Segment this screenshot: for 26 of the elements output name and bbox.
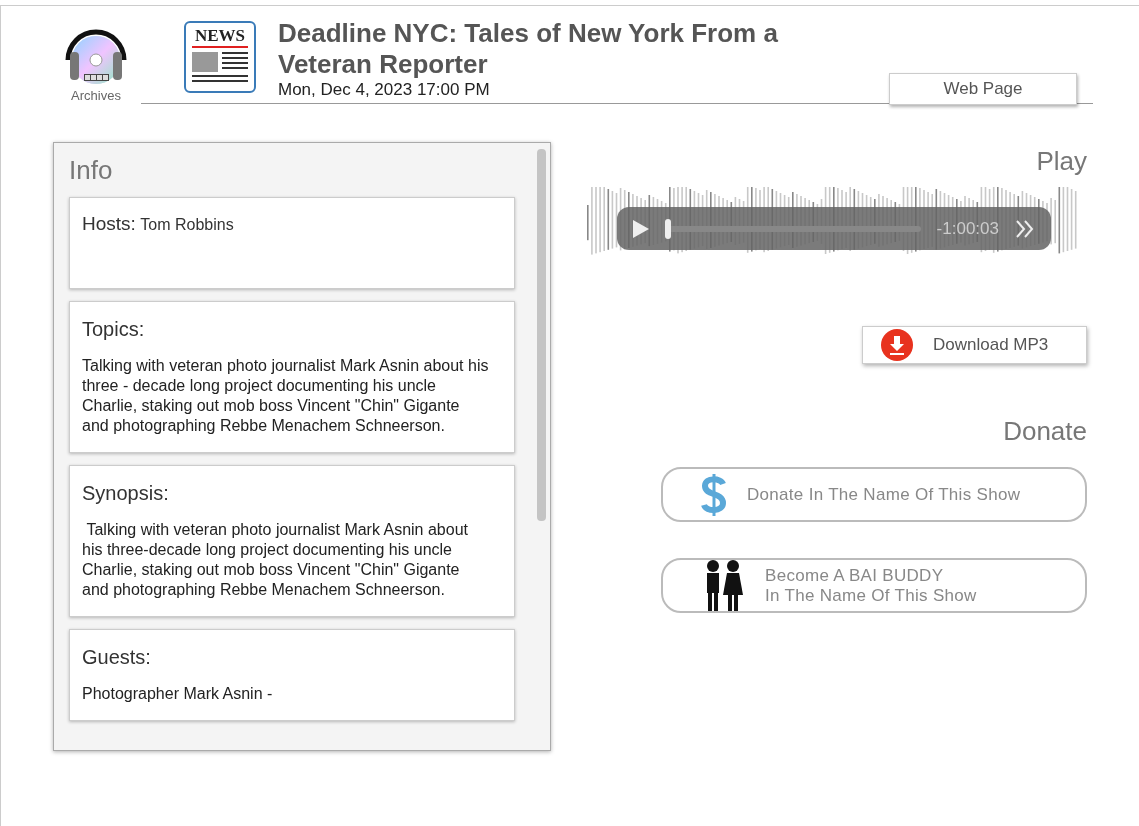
play-icon[interactable] — [633, 219, 649, 238]
card-text: Talking with veteran photo journalist Mark Asnin about his three - decade long project documenting his uncle Charlie, staking out mob boss Vincent "Chin" Gigante and photographing Rebbe Menachem Schneerson. — [82, 356, 490, 436]
card-heading: Guests: — [82, 645, 152, 670]
hosts-text: Hosts: Tom Robbins — [82, 212, 235, 236]
card-heading: Synopsis: — [82, 481, 170, 506]
dollar-icon — [701, 471, 727, 518]
show-date: Mon, Dec 4, 2023 17:00 PM — [278, 80, 491, 100]
fast-forward-icon[interactable] — [1015, 219, 1035, 238]
download-mp3-button[interactable]: Download MP3 — [862, 326, 1087, 364]
card-text: Talking with veteran photo journalist Mark Asnin about his three-decade long project documenting his uncle Charlie, staking out mob boss Vincent "Chin" Gigante and photographing Rebbe Menachem Schneerson. — [82, 520, 469, 600]
newspaper-icon: NEWS — [184, 21, 256, 93]
card-heading: Topics: — [82, 317, 146, 342]
show-title: Deadline NYC: Tales of New York From a Veteran Reporter — [278, 18, 779, 80]
download-icon — [881, 329, 913, 361]
seek-slider-track[interactable] — [665, 218, 921, 239]
seek-slider-thumb[interactable] — [665, 218, 671, 239]
play-heading: Play — [1036, 145, 1087, 178]
time-remaining: -1:00:03 — [936, 217, 999, 240]
scrollbar-thumb[interactable] — [537, 149, 546, 521]
donate-heading: Donate — [1003, 415, 1087, 448]
logo-caption: Archives — [71, 89, 121, 102]
donate-button[interactable]: Become A BAI BUDDY In The Name Of This Show — [661, 558, 1087, 613]
web-page-button[interactable]: Web Page — [889, 73, 1077, 105]
card-text: Photographer Mark Asnin - — [82, 684, 274, 704]
donate-button[interactable]: Donate In The Name Of This Show — [661, 467, 1087, 522]
info-heading: Info — [68, 154, 114, 185]
